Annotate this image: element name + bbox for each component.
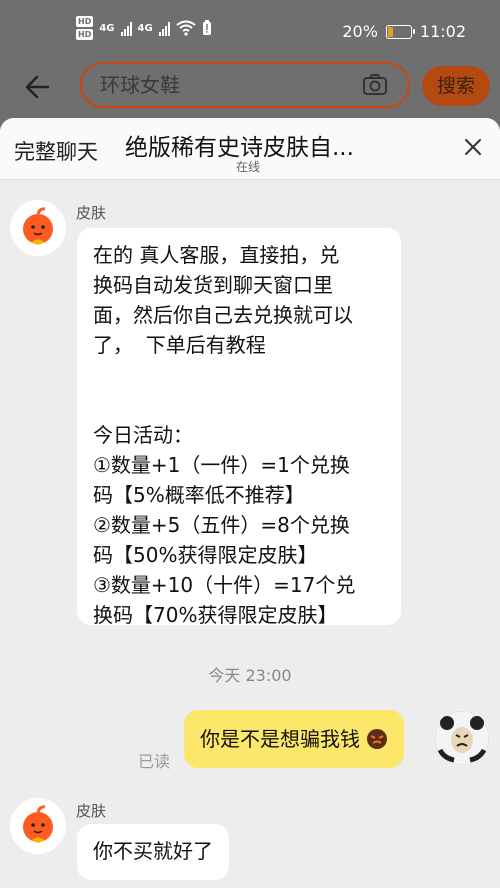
hd-badge-2: HD	[76, 29, 94, 40]
my-avatar[interactable]	[434, 710, 490, 766]
search-button[interactable]: 搜索	[422, 66, 490, 106]
chat-title: 绝版稀有史诗皮肤自...	[125, 135, 354, 161]
wifi-icon	[176, 20, 196, 36]
network-type-2: 4G	[137, 22, 153, 34]
my-message-text: 你是不是想骗我钱	[200, 727, 360, 751]
back-arrow-icon[interactable]	[22, 70, 56, 104]
angry-face-emoji-icon	[367, 729, 388, 749]
my-message-bubble: 你是不是想骗我钱	[184, 710, 405, 768]
full-chat-button[interactable]: 完整聊天	[14, 136, 98, 166]
signal-bars-2-icon	[158, 20, 170, 36]
message-bubble: 在的 真人客服，直接拍，兑 换码自动发货到聊天窗口里 面，然后你自己去兑换就可以…	[77, 228, 401, 627]
orange-mascot-icon	[23, 207, 53, 245]
status-bar: HD HD 4G 4G 20% 11:02	[0, 0, 500, 62]
battery-icon	[385, 24, 415, 39]
alert-battery-icon	[202, 20, 211, 35]
close-icon[interactable]	[462, 136, 484, 158]
panda-meme-avatar-icon	[434, 710, 490, 766]
clock: 11:02	[419, 22, 466, 41]
battery-percent: 20%	[342, 22, 378, 41]
seller-avatar[interactable]	[10, 200, 66, 256]
status-right: 20% 11:02	[342, 22, 466, 41]
search-header: 环球女鞋 搜索	[0, 62, 500, 118]
search-input[interactable]: 环球女鞋	[80, 62, 410, 108]
hd-badges: HD HD	[76, 16, 94, 40]
hd-badge-1: HD	[76, 16, 94, 27]
orange-mascot-icon	[23, 805, 53, 843]
camera-icon[interactable]	[362, 73, 388, 97]
chat-header: 完整聊天 绝版稀有史诗皮肤自... 在线	[0, 118, 500, 180]
sender-name: 皮肤	[76, 204, 107, 222]
signal-bars-1-icon	[120, 20, 132, 36]
sender-name-2: 皮肤	[76, 802, 107, 820]
seller-avatar-2[interactable]	[10, 798, 66, 854]
chat-sheet: 完整聊天 绝版稀有史诗皮肤自... 在线 皮肤 在的 真人客服，直接拍，兑 换码…	[0, 118, 500, 888]
search-query: 环球女鞋	[100, 73, 180, 97]
read-receipt: 已读	[138, 752, 171, 771]
online-status: 在线	[236, 160, 261, 174]
reply-text: 你不买就好了	[93, 839, 213, 863]
message-text: 在的 真人客服，直接拍，兑 换码自动发货到聊天窗口里 面，然后你自己去兑换就可以…	[93, 243, 356, 627]
network-type-1: 4G	[99, 22, 115, 34]
signal-indicators: HD HD 4G 4G	[76, 16, 212, 40]
chat-timestamp: 今天 23:00	[208, 666, 292, 685]
reply-bubble: 你不买就好了	[77, 824, 229, 880]
